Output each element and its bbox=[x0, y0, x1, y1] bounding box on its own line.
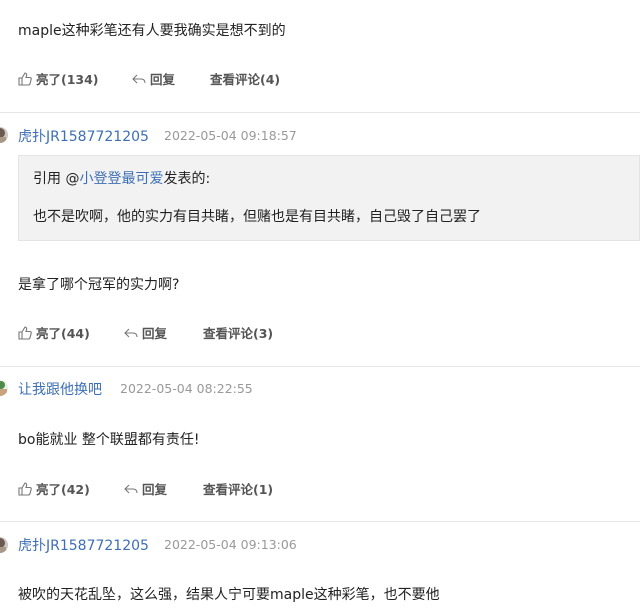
like-label: 亮了(42) bbox=[36, 482, 90, 497]
post-divider bbox=[0, 366, 640, 367]
post-content: bo能就业 整个联盟都有责任! bbox=[18, 432, 200, 448]
post-time: 2022-05-04 08:22:55 bbox=[120, 381, 253, 396]
like-label: 亮了(44) bbox=[36, 326, 90, 341]
reply-arrow-icon bbox=[124, 328, 138, 337]
reply-label: 回复 bbox=[142, 326, 168, 341]
view-comments-label: 查看评论(1) bbox=[203, 482, 274, 497]
reply-button[interactable]: 回复 bbox=[132, 69, 175, 88]
view-comments-label: 查看评论(3) bbox=[203, 326, 274, 341]
thumbs-up-icon bbox=[18, 325, 32, 340]
post-time: 2022-05-04 09:13:06 bbox=[164, 537, 297, 552]
post-divider bbox=[0, 112, 640, 113]
view-comments-button[interactable]: 查看评论(3) bbox=[203, 323, 273, 342]
reply-arrow-icon bbox=[124, 484, 138, 493]
username-link[interactable]: 虎扑JR1587721205 bbox=[18, 535, 149, 555]
quote-prefix: 引用 @ bbox=[33, 171, 80, 187]
username-link[interactable]: 虎扑JR1587721205 bbox=[18, 126, 149, 146]
view-comments-label: 查看评论(4) bbox=[210, 72, 281, 87]
quoted-user-link[interactable]: 小登登最可爱 bbox=[79, 171, 163, 187]
post-time: 2022-05-04 09:18:57 bbox=[164, 128, 297, 143]
thumbs-up-icon bbox=[18, 481, 32, 496]
avatar[interactable] bbox=[0, 127, 8, 143]
post-content: maple这种彩笔还有人要我确实是想不到的 bbox=[18, 23, 286, 39]
quote-header: 引用 @小登登最可爱发表的: bbox=[33, 168, 210, 188]
reply-arrow-icon bbox=[132, 74, 146, 83]
like-button[interactable]: 亮了(134) bbox=[18, 69, 99, 88]
quote-suffix: 发表的: bbox=[163, 171, 211, 187]
reply-label: 回复 bbox=[142, 482, 168, 497]
like-button[interactable]: 亮了(44) bbox=[18, 323, 90, 342]
post-content: 被吹的天花乱坠，这么强，结果人宁可要maple这种彩笔，也不要他 bbox=[18, 587, 440, 603]
post-divider bbox=[0, 521, 640, 522]
username-link[interactable]: 让我跟他换吧 bbox=[18, 379, 102, 399]
reply-label: 回复 bbox=[150, 72, 176, 87]
post-content: 是拿了哪个冠军的实力啊? bbox=[18, 277, 180, 293]
view-comments-button[interactable]: 查看评论(1) bbox=[203, 479, 273, 498]
reply-button[interactable]: 回复 bbox=[124, 479, 167, 498]
avatar[interactable] bbox=[0, 380, 8, 396]
reply-button[interactable]: 回复 bbox=[124, 323, 167, 342]
view-comments-button[interactable]: 查看评论(4) bbox=[210, 69, 280, 88]
like-label: 亮了(134) bbox=[36, 72, 99, 87]
quote-text: 也不是吹啊，他的实力有目共睹，但赌也是有目共睹，自己毁了自己罢了 bbox=[33, 209, 481, 225]
avatar[interactable] bbox=[0, 537, 8, 553]
thumbs-up-icon bbox=[18, 71, 32, 86]
like-button[interactable]: 亮了(42) bbox=[18, 479, 90, 498]
quote-block: 引用 @小登登最可爱发表的: 也不是吹啊，他的实力有目共睹，但赌也是有目共睹，自… bbox=[18, 155, 640, 241]
